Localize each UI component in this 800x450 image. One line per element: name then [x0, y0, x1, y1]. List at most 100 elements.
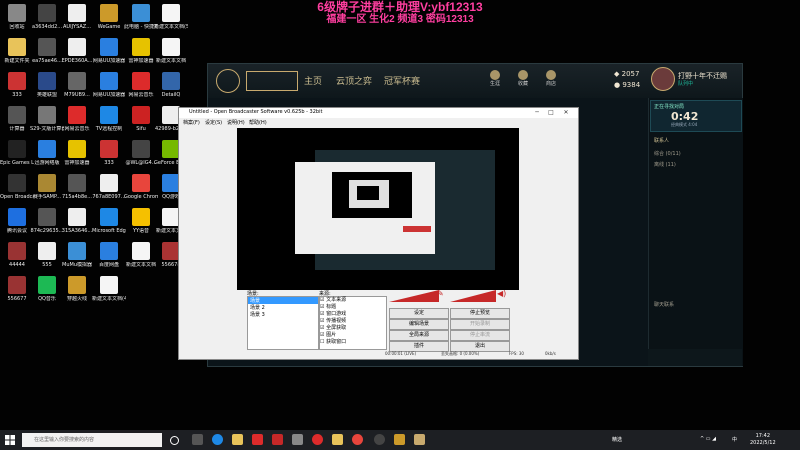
- desktop-icon[interactable]: 新建文本文档: [124, 242, 158, 268]
- source-item[interactable]: ☑ 图片: [320, 332, 386, 339]
- desktop-icon[interactable]: @WL@IG4...: [124, 140, 158, 166]
- desktop-icon[interactable]: 555: [30, 242, 64, 268]
- desktop-icon[interactable]: 雷神加速器: [124, 38, 158, 64]
- obs-taskbar-icon[interactable]: [374, 434, 385, 445]
- desktop-icon[interactable]: Microsoft Edge: [92, 208, 126, 234]
- tray-icons[interactable]: ^ ▭ ◢: [700, 436, 716, 442]
- desktop-icon[interactable]: Open Broadcast...: [0, 174, 34, 200]
- desktop-icon[interactable]: DetailQ: [154, 72, 188, 98]
- scene-item[interactable]: 场景 3: [248, 311, 318, 318]
- queue-timer-panel[interactable]: 正在寻找对局 0:42 经典模式 4:04: [650, 100, 742, 132]
- nav-home[interactable]: 主页: [304, 74, 322, 87]
- tray-label[interactable]: 精选: [612, 436, 622, 443]
- desktop-icon[interactable]: ea75ae46...: [30, 38, 64, 64]
- start-record-button[interactable]: 开始录制: [450, 319, 510, 330]
- app-taskbar-icon[interactable]: [252, 434, 263, 445]
- close-button[interactable]: ✕: [560, 108, 572, 118]
- desktop-icon[interactable]: Sifu: [124, 106, 158, 132]
- desktop-icon[interactable]: 新建文本文档: [154, 38, 188, 64]
- desktop-icon[interactable]: 英雄联盟: [30, 72, 64, 98]
- friend-group-offline[interactable]: 离线 (11): [654, 161, 676, 168]
- desktop-icon[interactable]: 新建文本文档(5): [154, 4, 188, 30]
- stop-preview-button[interactable]: 停止预览: [450, 308, 510, 319]
- cortana-icon[interactable]: [170, 436, 179, 445]
- task-view-icon[interactable]: [192, 434, 203, 445]
- desktop-icon[interactable]: AUIJYSAZ...: [60, 4, 94, 30]
- desktop-icon[interactable]: 333: [0, 72, 34, 98]
- desktop-icon[interactable]: 百度网盘: [92, 242, 126, 268]
- desktop-icon[interactable]: 333: [92, 140, 126, 166]
- desktop-icon[interactable]: 穿越火线: [60, 276, 94, 302]
- scene-item[interactable]: 场景: [248, 297, 318, 304]
- profile-nav[interactable]: 生涯: [488, 70, 502, 87]
- desktop-icon[interactable]: 44444: [0, 242, 34, 268]
- desktop-icon[interactable]: 874c29635...: [30, 208, 64, 234]
- desktop-icon[interactable]: MuMu模拟器: [60, 242, 94, 268]
- explorer-taskbar-icon[interactable]: [232, 434, 243, 445]
- desktop-icon[interactable]: S29-文版计算器: [30, 106, 64, 132]
- desktop-icon[interactable]: QQ音乐: [30, 276, 64, 302]
- source-item[interactable]: ☑ 标题: [320, 304, 386, 311]
- source-item[interactable]: ☑ 传播视频: [320, 318, 386, 325]
- desktop-icon[interactable]: 计算器: [0, 106, 34, 132]
- social-bottom-bar[interactable]: [648, 349, 742, 366]
- desktop-icon[interactable]: 556677: [0, 276, 34, 302]
- menu-settings[interactable]: 设定(S): [205, 119, 222, 126]
- app-taskbar-icon[interactable]: [332, 434, 343, 445]
- source-item[interactable]: ☑ 全屏获取: [320, 325, 386, 332]
- desktop-icon[interactable]: 新建文本文档(4): [92, 276, 126, 302]
- desktop-icon[interactable]: 767a8E097...: [92, 174, 126, 200]
- desktop-icon[interactable]: a3634dd2...: [30, 4, 64, 30]
- taskbar-search-input[interactable]: 在这里输入你要搜索的内容: [22, 433, 162, 447]
- nav-worlds[interactable]: 冠军杯赛: [384, 74, 420, 87]
- menu-help[interactable]: 说明(H): [227, 119, 245, 126]
- netease-music-taskbar-icon[interactable]: [312, 434, 323, 445]
- desktop-icon[interactable]: 回收站: [0, 4, 34, 30]
- menu-about[interactable]: 帮助(H): [249, 119, 267, 126]
- desktop-icon[interactable]: Epic Games Launcher: [0, 140, 34, 166]
- nav-tft[interactable]: 云顶之弈: [336, 74, 372, 87]
- collection-nav[interactable]: 收藏: [516, 70, 530, 87]
- play-button[interactable]: [246, 71, 298, 91]
- sources-list[interactable]: ☑ 文本来源 ☑ 标题 ☑ 窗口游戏 ☑ 传播视频 ☑ 全屏获取 ☑ 图片 ☐ 获取窗口: [319, 296, 387, 350]
- clock[interactable]: 17:42 2022/5/12: [750, 433, 776, 447]
- menu-file[interactable]: 档案(F): [183, 119, 200, 126]
- store-nav[interactable]: 商店: [544, 70, 558, 87]
- obs-window[interactable]: Untitled - Open Broadcaster Software v0.…: [178, 107, 579, 360]
- windows-start-icon[interactable]: [5, 435, 15, 445]
- source-item[interactable]: ☑ 文本来源: [320, 297, 386, 304]
- minimize-button[interactable]: ─: [531, 108, 543, 118]
- settings-button[interactable]: 设定: [389, 308, 449, 319]
- scene-item[interactable]: 场景 2: [248, 304, 318, 311]
- desktop-icon[interactable]: 网易云音乐: [60, 106, 94, 132]
- app-taskbar-icon[interactable]: [292, 434, 303, 445]
- desktop-icon[interactable]: EPDE360A...: [60, 38, 94, 64]
- desktop-icon[interactable]: 雷神加速器: [60, 140, 94, 166]
- ime-indicator[interactable]: 中: [732, 436, 737, 443]
- desktop-icon[interactable]: 迅游网络版: [30, 140, 64, 166]
- scenes-list[interactable]: 场景 场景 2 场景 3: [247, 296, 319, 350]
- source-item[interactable]: ☐ 获取窗口: [320, 339, 386, 346]
- avatar[interactable]: [651, 67, 675, 91]
- desktop-icon[interactable]: YY语音: [124, 208, 158, 234]
- friend-group-general[interactable]: 综合 (0/11): [654, 150, 681, 157]
- desktop-icon[interactable]: 网易UU加速器: [92, 72, 126, 98]
- maximize-button[interactable]: □: [545, 108, 557, 118]
- desktop-icon[interactable]: 赛手SAMP...: [30, 174, 64, 200]
- desktop-icon[interactable]: TV远程控制: [92, 106, 126, 132]
- chrome-taskbar-icon[interactable]: [352, 434, 363, 445]
- desktop-icon[interactable]: 腾讯会议: [0, 208, 34, 234]
- desktop-icon[interactable]: Google Chrome: [124, 174, 158, 200]
- stop-stream-button[interactable]: 停止串流: [450, 330, 510, 341]
- mic-icon[interactable]: ✎: [437, 289, 444, 298]
- lol-taskbar-icon[interactable]: [414, 434, 425, 445]
- edit-scene-button[interactable]: 编辑场景: [389, 319, 449, 330]
- desktop-icon[interactable]: M79UB9...: [60, 72, 94, 98]
- lol-logo-icon[interactable]: [216, 69, 240, 93]
- desktop-icon[interactable]: WeGame: [92, 4, 126, 30]
- desktop-icon[interactable]: 新建文件夹: [0, 38, 34, 64]
- source-item[interactable]: ☑ 窗口游戏: [320, 311, 386, 318]
- speaker-icon[interactable]: ◀): [497, 289, 506, 298]
- desktop-icon[interactable]: 315A3646...: [60, 208, 94, 234]
- desktop-icon[interactable]: 此电脑 - 快捷方式: [124, 4, 158, 30]
